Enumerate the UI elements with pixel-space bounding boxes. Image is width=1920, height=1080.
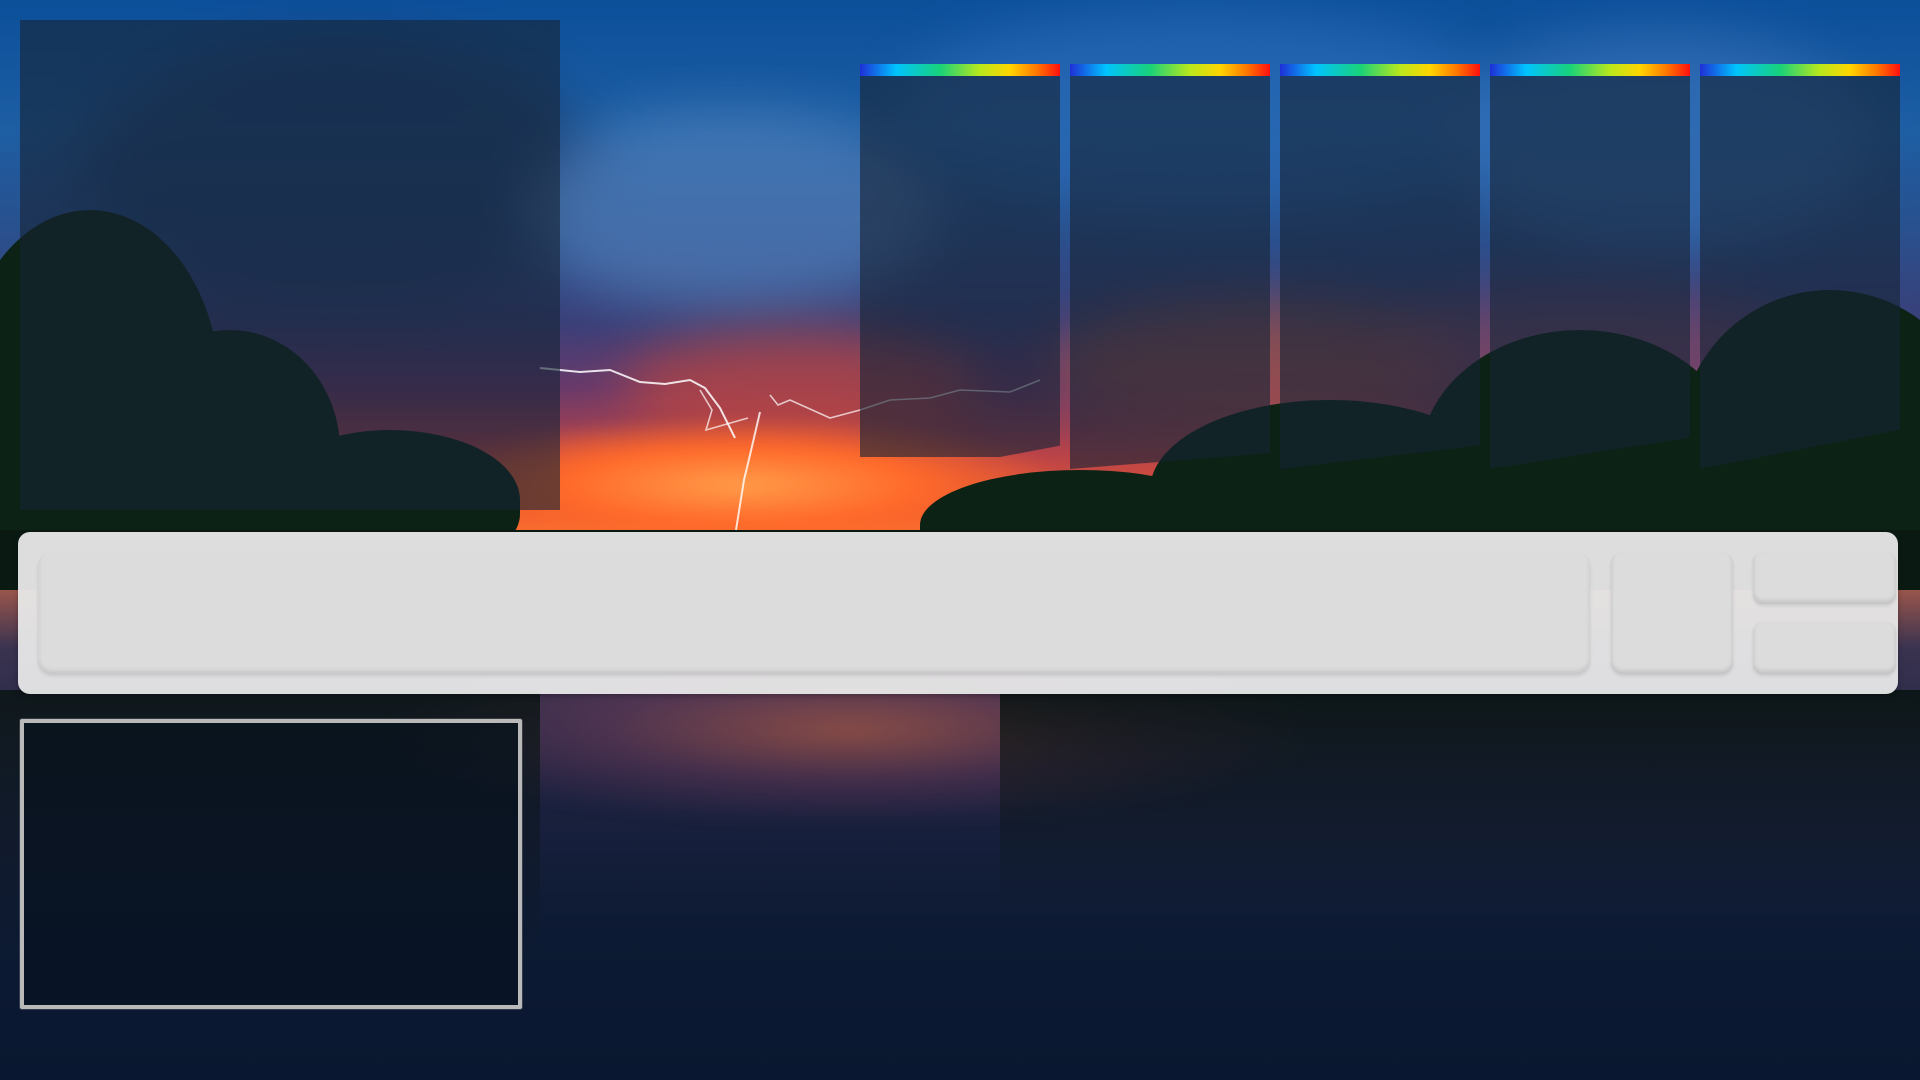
tile-color-stripe [1700, 64, 1900, 76]
tile-color-stripe [1490, 64, 1690, 76]
tile-1[interactable] [860, 64, 1060, 469]
search-toolbar [18, 532, 1898, 694]
tile-3[interactable] [1280, 64, 1480, 469]
tile-2[interactable] [1070, 64, 1270, 469]
tile-row [860, 64, 1900, 469]
tile-color-stripe [1280, 64, 1480, 76]
tile-color-stripe [860, 64, 1060, 76]
preview-frame [20, 719, 522, 1009]
search-input[interactable] [38, 552, 1590, 674]
tile-body [1280, 76, 1480, 469]
tile-4[interactable] [1490, 64, 1690, 469]
option-button-bottom[interactable] [1753, 622, 1896, 674]
tile-body [860, 76, 1060, 457]
tile-5[interactable] [1700, 64, 1900, 469]
water-reflection-trees [1000, 690, 1920, 910]
tile-body [1490, 76, 1690, 469]
info-panel [20, 20, 560, 510]
tile-body [1700, 76, 1900, 469]
action-button[interactable] [1611, 552, 1733, 674]
tile-body [1070, 76, 1270, 469]
option-button-top[interactable] [1753, 552, 1896, 604]
tile-color-stripe [1070, 64, 1270, 76]
